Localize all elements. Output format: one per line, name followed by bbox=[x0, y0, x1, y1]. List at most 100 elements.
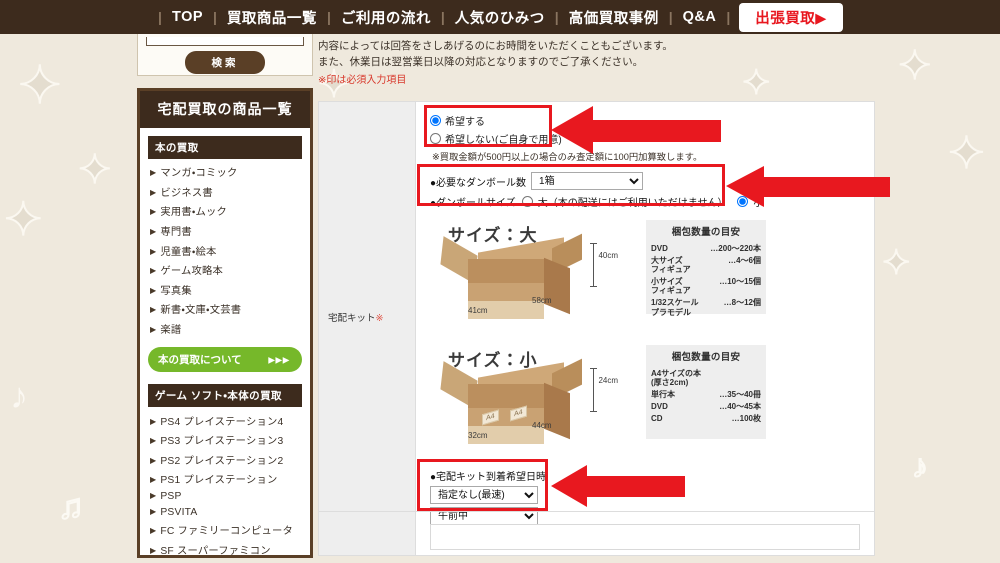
list-item-label: 児童書・絵本 bbox=[160, 246, 217, 258]
list-item[interactable]: ▶ PSP bbox=[150, 489, 302, 505]
box-size-large-label[interactable]: 大（本の配送にはご利用いただけません） bbox=[538, 194, 728, 209]
star-decoration: ✦ bbox=[77, 148, 112, 192]
box-height-large: 40cm bbox=[598, 251, 618, 261]
box-count-label: ●必要なダンボール数 bbox=[430, 177, 527, 189]
list-item[interactable]: ▶ ビジネス書 bbox=[150, 182, 302, 202]
list-item[interactable]: ▶ PSVITA bbox=[150, 504, 302, 520]
carton-side bbox=[544, 382, 570, 440]
list-item[interactable]: ▶ 楽譜 bbox=[150, 319, 302, 339]
star-decoration: ✦ bbox=[897, 44, 932, 88]
next-form-row bbox=[319, 511, 874, 556]
nav-top[interactable]: TOP bbox=[163, 9, 212, 25]
nav-flow[interactable]: ご利用の流れ bbox=[332, 7, 440, 28]
kit-request-no-label[interactable]: 希望しない(ご自身で用意) bbox=[445, 131, 562, 146]
list-item-label: 専門書 bbox=[160, 227, 192, 239]
arrows-icon: ▶▶▶ bbox=[268, 355, 290, 365]
list-item[interactable]: ▶ FC ファミリーコンピュータ bbox=[150, 520, 302, 540]
triangle-icon: ▶ bbox=[150, 305, 157, 315]
list-item-label: PS2 プレイステーション2 bbox=[160, 455, 284, 467]
box-figure-large: サイズ：大 40cm 41cm 58cm 梱包数量の目安 DVD …200〜22… bbox=[440, 217, 769, 320]
triangle-icon: ▶ bbox=[150, 436, 157, 446]
nav-product-list[interactable]: 買取商品一覧 bbox=[218, 7, 326, 28]
nav-qa[interactable]: Q&A bbox=[674, 9, 726, 25]
spec-item: DVD bbox=[651, 243, 668, 253]
list-item[interactable]: ▶ ゲーム攻略本 bbox=[150, 260, 302, 280]
books-more-button[interactable]: 本の買取について ▶▶▶ bbox=[148, 347, 302, 373]
table-row: DVD …200〜220本 bbox=[651, 242, 761, 254]
box-size-small-radio[interactable] bbox=[737, 196, 749, 208]
kit-fee-note: ※買取金額が500円以上の場合のみ査定額に100円加算致します。 bbox=[432, 152, 703, 163]
list-item[interactable]: ▶ PS3 プレイステーション3 bbox=[150, 430, 302, 450]
packing-spec-large: 梱包数量の目安 DVD …200〜220本 大サイズ フィギュア …4〜6個 小… bbox=[646, 220, 766, 317]
spec-value: …200〜220本 bbox=[710, 243, 761, 253]
spec-item: 小サイズ フィギュア bbox=[651, 277, 691, 296]
list-item[interactable]: ▶ 専門書 bbox=[150, 221, 302, 241]
nav-separator: | bbox=[158, 9, 162, 25]
main-content: 内容によっては回答をさしあげるのにお時間をいただくこともございます。 また、休業… bbox=[318, 34, 875, 563]
list-item-label: 写真集 bbox=[160, 285, 192, 297]
spec-item: 単行本 bbox=[651, 389, 675, 399]
list-item[interactable]: ▶ マンガ・コミック bbox=[150, 162, 302, 182]
list-item[interactable]: ▶ PS2 プレイステーション2 bbox=[150, 450, 302, 470]
triangle-icon: ▶ bbox=[150, 526, 157, 536]
list-item[interactable]: ▶ 児童書・絵本 bbox=[150, 240, 302, 260]
table-row: 小サイズ フィギュア …10〜15個 bbox=[651, 276, 761, 297]
nav-items: | TOP | 買取商品一覧 | ご利用の流れ | 人気のひみつ | 高価買取事… bbox=[157, 2, 843, 32]
list-item[interactable]: ▶ PS1 プレイステーション bbox=[150, 469, 302, 489]
box-width-large: 41cm bbox=[468, 306, 488, 316]
triangle-icon: ▶ bbox=[150, 325, 157, 335]
arrival-label: ●宅配キット到着希望日時 bbox=[430, 472, 547, 484]
packing-spec-table-large: DVD …200〜220本 大サイズ フィギュア …4〜6個 小サイズ フィギュ… bbox=[651, 242, 761, 318]
triangle-icon: ▶ bbox=[150, 187, 157, 197]
search-button[interactable]: 検索 bbox=[185, 51, 265, 74]
spec-value: …35〜40冊 bbox=[719, 389, 761, 399]
kit-request-yes-row[interactable]: 希望する bbox=[430, 113, 864, 128]
triangle-icon: ▶ bbox=[150, 416, 157, 426]
list-item[interactable]: ▶ 写真集 bbox=[150, 280, 302, 300]
delivery-kit-form-table: 宅配キット※ 希望する 希望しない(ご自身で用意) ※買取金額が500円以上の場… bbox=[318, 101, 875, 557]
list-item-label: ビジネス書 bbox=[160, 187, 213, 199]
list-item[interactable]: ▶ PS4 プレイステーション4 bbox=[150, 410, 302, 430]
box-size-label: ●ダンボールサイズ bbox=[430, 198, 516, 210]
kit-request-no-radio[interactable] bbox=[430, 133, 441, 145]
box-size-title-large: サイズ：大 bbox=[448, 226, 538, 246]
table-row: 大サイズ フィギュア …4〜6個 bbox=[651, 254, 761, 275]
star-decoration: ✦ bbox=[3, 193, 44, 245]
star-decoration: ✦ bbox=[881, 244, 911, 282]
triangle-icon: ▶ bbox=[150, 491, 157, 501]
books-more-label: 本の買取について bbox=[158, 354, 242, 367]
box-size-large-radio[interactable] bbox=[521, 196, 533, 208]
box-count-select[interactable]: 1箱 bbox=[531, 172, 644, 191]
kit-request-yes-radio[interactable] bbox=[430, 115, 441, 127]
box-illustration-small: サイズ：小 A4 A4 24cm 32cm 44cm bbox=[440, 342, 640, 445]
required-mark: ※ bbox=[375, 313, 384, 325]
kit-request-yes-label[interactable]: 希望する bbox=[445, 113, 485, 128]
nav-popular-secret[interactable]: 人気のひみつ bbox=[446, 7, 554, 28]
spec-item: A4サイズの本 (厚さ2cm) bbox=[651, 368, 701, 387]
spec-item: DVD bbox=[651, 402, 668, 412]
kit-request-no-row[interactable]: 希望しない(ご自身で用意) bbox=[430, 131, 864, 146]
required-note: ※印は必須入力項目 bbox=[318, 74, 407, 86]
sidebar: 検索 宅配買取の商品一覧 本の買取 ▶ マンガ・コミック ▶ ビジネス書 ▶ 実用書・… bbox=[137, 34, 313, 563]
search-input[interactable] bbox=[146, 37, 304, 46]
triangle-icon: ▶ bbox=[150, 266, 157, 276]
triangle-icon: ▶ bbox=[150, 227, 157, 237]
spec-item: CD bbox=[651, 414, 663, 424]
next-form-row-input[interactable] bbox=[430, 524, 860, 551]
list-item[interactable]: ▶ 新書・文庫・文芸書 bbox=[150, 299, 302, 319]
nav-high-price-cases[interactable]: 高価買取事例 bbox=[560, 7, 668, 28]
list-item[interactable]: ▶ SF スーパーファミコン bbox=[150, 540, 302, 555]
arrival-date-select[interactable]: 指定なし(最速) bbox=[430, 486, 538, 505]
list-item[interactable]: ▶ 実用書・ムック bbox=[150, 201, 302, 221]
music-note-decoration: ♪ bbox=[911, 448, 929, 484]
triangle-icon: ▶ bbox=[150, 246, 157, 256]
top-navigation: | TOP | 買取商品一覧 | ご利用の流れ | 人気のひみつ | 高価買取事… bbox=[0, 0, 1000, 34]
next-form-row-value bbox=[416, 512, 874, 555]
box-width-small: 32cm bbox=[468, 431, 488, 441]
height-dimension-bar bbox=[590, 368, 597, 413]
list-item-label: PS3 プレイステーション3 bbox=[160, 436, 284, 448]
box-depth-large: 58cm bbox=[532, 296, 552, 306]
list-item-label: ゲーム攻略本 bbox=[160, 266, 224, 278]
box-size-small-label[interactable]: 小 bbox=[753, 194, 763, 209]
nav-home-visit-cta[interactable]: 出張買取▶ bbox=[739, 2, 843, 32]
